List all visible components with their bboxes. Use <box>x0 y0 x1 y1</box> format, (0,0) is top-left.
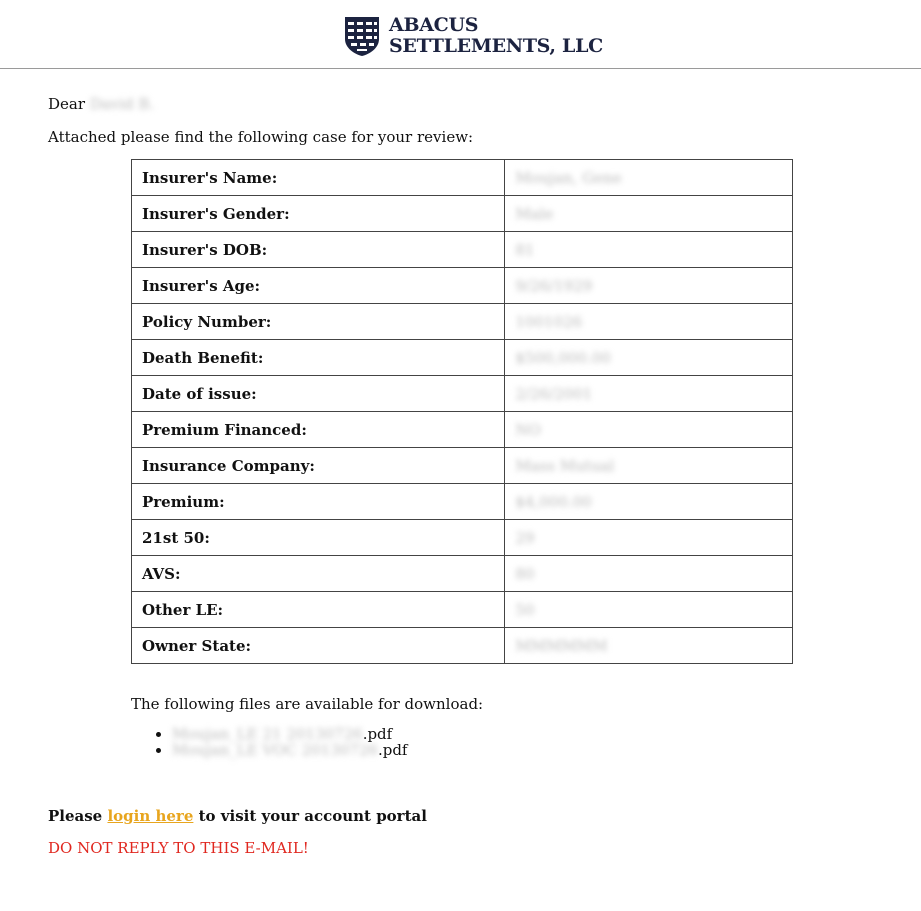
table-row: AVS: 80 <box>130 555 793 592</box>
field-value-text: $4,000.00 <box>515 492 592 511</box>
field-label: Premium: <box>130 483 506 520</box>
shield-icon <box>345 17 379 56</box>
file-item[interactable]: Moujan_LE 21 20130726.pdf <box>172 726 407 742</box>
field-value: MMMMMM <box>504 627 793 664</box>
field-value-text: NO <box>515 420 541 439</box>
field-value: 9/26/1929 <box>504 267 793 304</box>
table-row: 21st 50: 29 <box>130 519 793 556</box>
field-value: Moujan, Gene <box>504 159 793 196</box>
field-value: Mass Mutual <box>504 447 793 484</box>
field-value-text: 80 <box>515 564 535 583</box>
greeting: Dear David B. <box>48 95 154 113</box>
case-details-table: Insurer's Name: Moujan, Gene Insurer's Gen… <box>130 159 793 664</box>
field-value: 50 <box>504 591 793 628</box>
field-label: 21st 50: <box>130 519 506 556</box>
table-row: Date of issue: 2/26/2001 <box>130 375 793 412</box>
files-note: The following files are available for do… <box>131 695 484 713</box>
table-row: Insurance Company: Mass Mutual <box>130 447 793 484</box>
field-value-text: 1001026 <box>515 312 583 331</box>
table-row: Insurer's Gender: Male <box>130 195 793 232</box>
field-value: 29 <box>504 519 793 556</box>
field-label: Policy Number: <box>130 303 506 340</box>
field-value: Male <box>504 195 793 232</box>
field-value-text: 9/26/1929 <box>515 276 593 295</box>
field-value-text: 2/26/2001 <box>515 384 593 403</box>
table-row: Death Benefit: $500,000.00 <box>130 339 793 376</box>
field-label: Date of issue: <box>130 375 506 412</box>
field-value: 80 <box>504 555 793 592</box>
file-name: Moujan_LE 21 20130726 <box>172 725 363 743</box>
field-value-text: 29 <box>515 528 535 547</box>
field-label: Insurer's DOB: <box>130 231 506 268</box>
intro-text: Attached please find the following case … <box>48 128 474 146</box>
table-row: Premium Financed: NO <box>130 411 793 448</box>
field-value-text: $500,000.00 <box>515 348 611 367</box>
file-list: Moujan_LE 21 20130726.pdfMoujan_LE VOC 2… <box>148 726 407 758</box>
field-value-text: 50 <box>515 600 535 619</box>
field-label: Insurer's Name: <box>130 159 506 196</box>
login-line: Please login here to visit your account … <box>48 807 427 825</box>
file-item[interactable]: Moujan_LE VOC 20130726.pdf <box>172 742 407 758</box>
recipient-name: David B. <box>89 95 155 113</box>
field-label: AVS: <box>130 555 506 592</box>
table-row: Insurer's Name: Moujan, Gene <box>130 159 793 196</box>
field-label: Premium Financed: <box>130 411 506 448</box>
field-label: Owner State: <box>130 627 506 664</box>
abacus-logo: ABACUS SETTLEMENTS, LLC <box>343 15 603 57</box>
logo-line-2: SETTLEMENTS, LLC <box>389 35 603 57</box>
field-value: $500,000.00 <box>504 339 793 376</box>
file-name: Moujan_LE VOC 20130726 <box>172 741 378 759</box>
login-prefix: Please <box>48 807 103 825</box>
file-extension: .pdf <box>377 741 408 759</box>
table-row: Policy Number: 1001026 <box>130 303 793 340</box>
email-header: ABACUS SETTLEMENTS, LLC <box>0 0 921 69</box>
logo-line-1: ABACUS <box>389 14 479 36</box>
field-label: Insurer's Age: <box>130 267 506 304</box>
field-value: 2/26/2001 <box>504 375 793 412</box>
field-value: 1001026 <box>504 303 793 340</box>
table-row: Other LE: 50 <box>130 591 793 628</box>
field-value: $4,000.00 <box>504 483 793 520</box>
greeting-prefix: Dear <box>48 95 86 113</box>
field-value-text: MMMMMM <box>515 636 608 655</box>
field-value: NO <box>504 411 793 448</box>
field-label: Insurer's Gender: <box>130 195 506 232</box>
logo-text: ABACUS SETTLEMENTS, LLC <box>389 15 603 57</box>
field-value-text: 81 <box>515 240 535 259</box>
field-value-text: Mass Mutual <box>515 456 615 475</box>
field-label: Death Benefit: <box>130 339 506 376</box>
field-label: Insurance Company: <box>130 447 506 484</box>
no-reply-warning: DO NOT REPLY TO THIS E-MAIL! <box>48 839 309 857</box>
table-row: Premium: $4,000.00 <box>130 483 793 520</box>
login-suffix: to visit your account portal <box>198 807 427 825</box>
login-link[interactable]: login here <box>107 807 193 825</box>
field-value-text: Moujan, Gene <box>515 168 622 187</box>
field-value-text: Male <box>515 204 554 223</box>
table-row: Owner State: MMMMMM <box>130 627 793 664</box>
field-value: 81 <box>504 231 793 268</box>
table-row: Insurer's DOB: 81 <box>130 231 793 268</box>
table-row: Insurer's Age: 9/26/1929 <box>130 267 793 304</box>
field-label: Other LE: <box>130 591 506 628</box>
